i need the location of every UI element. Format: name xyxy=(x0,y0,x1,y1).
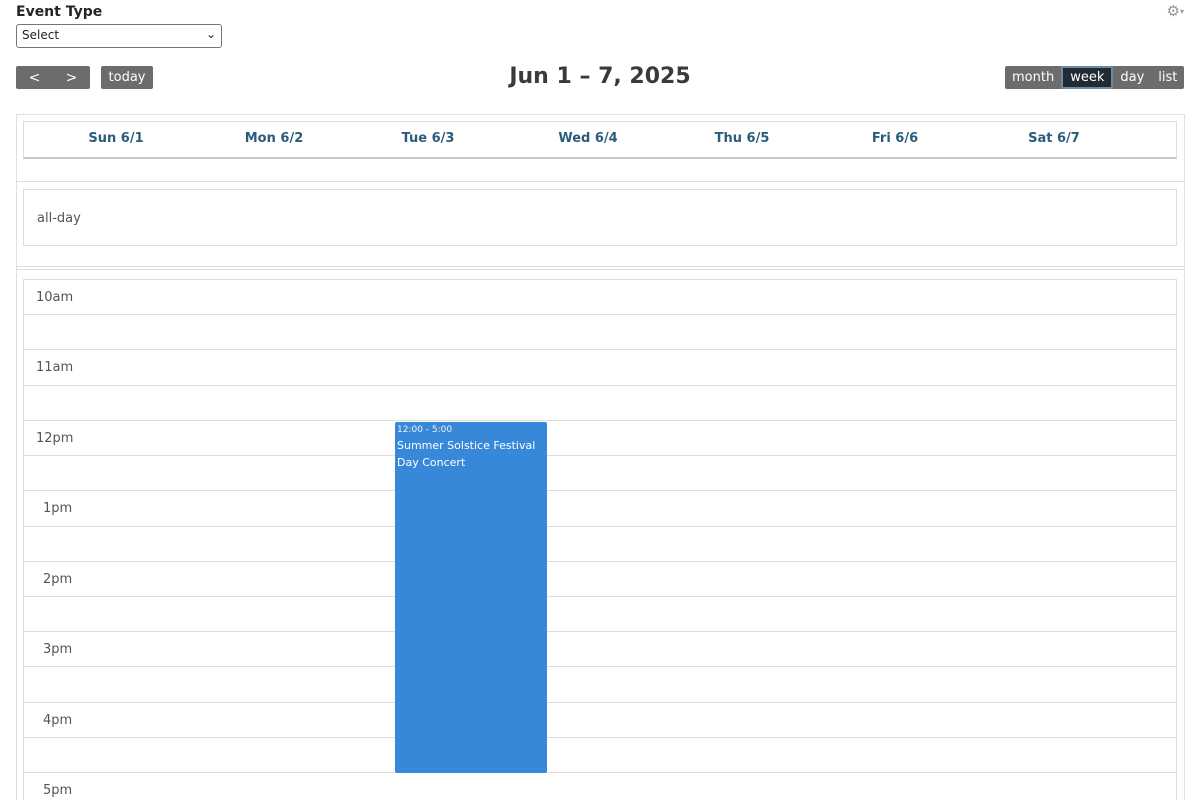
time-grid[interactable] xyxy=(23,279,1177,800)
grid-line xyxy=(23,561,1177,562)
view-list-button[interactable]: list xyxy=(1151,66,1184,89)
view-week-button[interactable]: week xyxy=(1061,66,1114,89)
grid-line xyxy=(23,631,1177,632)
time-label: 4pm xyxy=(43,713,73,728)
event-title: Summer Solstice Festival Day Concert xyxy=(397,439,536,469)
event-type-select[interactable]: Select ⌄ xyxy=(16,24,222,48)
grid-line xyxy=(23,702,1177,703)
day-header-thu[interactable]: Thu 6/5 xyxy=(682,131,802,146)
gear-icon: ⚙ xyxy=(1166,2,1180,20)
settings-menu[interactable]: ⚙▾ xyxy=(1167,2,1184,20)
grid-line xyxy=(23,666,1177,667)
chevron-down-icon: ⌄ xyxy=(205,27,216,41)
event-type-label: Event Type xyxy=(16,4,103,20)
grid-line xyxy=(23,385,1177,386)
grid-line xyxy=(23,455,1177,456)
day-header-fri[interactable]: Fri 6/6 xyxy=(835,131,955,146)
grid-line xyxy=(23,490,1177,491)
calendar-event[interactable]: 12:00 - 5:00 Summer Solstice Festival Da… xyxy=(395,422,547,773)
allday-label: all-day xyxy=(37,211,81,226)
divider xyxy=(16,266,1185,270)
view-month-button[interactable]: month xyxy=(1005,66,1061,89)
day-header-mon[interactable]: Mon 6/2 xyxy=(214,131,334,146)
grid-line xyxy=(23,420,1177,421)
view-switcher: month week day list xyxy=(1005,66,1185,89)
time-label: 3pm xyxy=(43,642,73,657)
event-time: 12:00 - 5:00 xyxy=(397,425,453,435)
day-header-tue[interactable]: Tue 6/3 xyxy=(368,131,488,146)
allday-row[interactable] xyxy=(23,189,1177,246)
caret-down-icon: ▾ xyxy=(1179,7,1184,16)
view-day-button[interactable]: day xyxy=(1113,66,1151,89)
time-label: 10am xyxy=(36,290,74,305)
grid-line xyxy=(23,526,1177,527)
day-header-sat[interactable]: Sat 6/7 xyxy=(994,131,1114,146)
time-label: 2pm xyxy=(43,572,73,587)
grid-line xyxy=(23,737,1177,738)
event-type-select-value: Select xyxy=(22,28,60,42)
grid-line xyxy=(23,772,1177,773)
time-label: 12pm xyxy=(36,431,74,446)
time-label: 11am xyxy=(36,360,74,375)
time-label: 5pm xyxy=(43,783,73,798)
grid-line xyxy=(23,349,1177,350)
grid-line xyxy=(23,596,1177,597)
grid-line xyxy=(23,314,1177,315)
day-header-wed[interactable]: Wed 6/4 xyxy=(528,131,648,146)
day-header-sun[interactable]: Sun 6/1 xyxy=(56,131,176,146)
time-label: 1pm xyxy=(43,501,73,516)
divider xyxy=(16,181,1185,182)
